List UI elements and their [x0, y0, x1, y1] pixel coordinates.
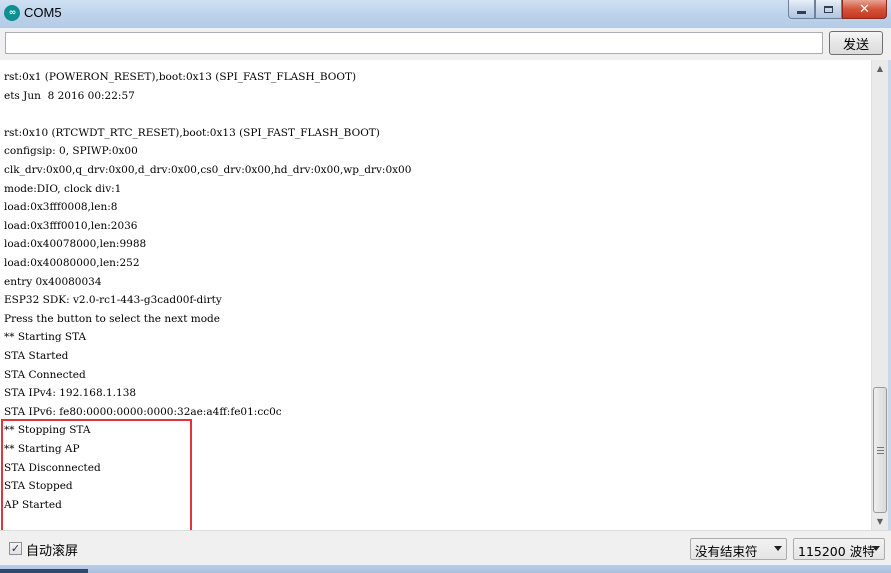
arduino-infinity-icon: ∞ — [4, 5, 20, 21]
autoscroll-label[interactable]: 自动滚屏 — [26, 540, 78, 559]
app-icon-glyph: ∞ — [8, 7, 16, 18]
window-title: COM5 — [24, 5, 62, 20]
send-button[interactable]: 发送 — [829, 31, 883, 55]
console-line: clk_drv:0x00,q_drv:0x00,d_drv:0x00,cs0_d… — [4, 164, 412, 176]
checkmark-icon: ✓ — [10, 542, 21, 555]
chevron-down-icon — [774, 546, 782, 551]
status-bar: ✓ 自动滚屏 没有结束符 115200 波特 — [0, 530, 891, 565]
console-line: STA IPv6: fe80:0000:0000:0000:32ae:a4ff:… — [4, 405, 282, 418]
autoscroll-checkbox[interactable]: ✓ — [9, 542, 22, 555]
console-line: load:0x3fff0008,len:8 — [4, 201, 118, 214]
console-line: configsip: 0, SPIWP:0x00 — [4, 145, 138, 158]
console-line: ** Stopping STA — [4, 424, 91, 437]
console-line: load:0x3fff0010,len:2036 — [4, 219, 138, 232]
close-icon: ✕ — [859, 1, 870, 17]
scrollbar-thumb[interactable] — [873, 387, 887, 513]
taskbar-edge — [0, 569, 88, 573]
line-ending-value: 没有结束符 — [695, 544, 758, 559]
title-bar[interactable]: ∞ COM5 ✕ — [0, 0, 891, 28]
console-line: ** Starting STA — [4, 331, 87, 344]
console-line: Press the button to select the next mode — [4, 312, 220, 325]
vertical-scrollbar[interactable]: ▲ ▼ — [871, 60, 888, 530]
send-input[interactable] — [5, 32, 823, 54]
console-line: entry 0x40080034 — [4, 275, 102, 288]
console-line: STA Stopped — [4, 480, 73, 493]
serial-monitor-window: ∞ COM5 ✕ 发送 rst:0x1 (POWERON_RESET),boot… — [0, 0, 891, 573]
close-button[interactable]: ✕ — [842, 0, 887, 19]
minimize-icon — [797, 10, 806, 14]
console-line: load:0x40078000,len:9988 — [4, 238, 147, 251]
console-line: rst:0x10 (RTCWDT_RTC_RESET),boot:0x13 (S… — [4, 126, 380, 139]
baud-rate-select[interactable]: 115200 波特 — [793, 538, 885, 560]
console-line: ets Jun 8 2016 00:22:57 — [4, 89, 135, 102]
window-bottom-border — [0, 565, 891, 573]
console-line: rst:0x1 (POWERON_RESET),boot:0x13 (SPI_F… — [4, 71, 357, 83]
send-toolbar: 发送 — [0, 28, 891, 60]
line-ending-select[interactable]: 没有结束符 — [690, 538, 787, 560]
minimize-button[interactable] — [788, 0, 815, 19]
maximize-icon — [824, 5, 833, 13]
console-line: STA IPv4: 192.168.1.138 — [4, 387, 137, 400]
serial-output-area[interactable]: rst:0x1 (POWERON_RESET),boot:0x13 (SPI_F… — [0, 60, 871, 530]
console-line: ** Starting AP — [4, 443, 80, 455]
console-line: AP Started — [4, 498, 62, 511]
console-line: mode:DIO, clock div:1 — [4, 182, 122, 195]
console-line: ESP32 SDK: v2.0-rc1-443-g3cad00f-dirty — [4, 294, 222, 307]
chevron-down-icon — [872, 546, 880, 551]
console-line: STA Disconnected — [4, 461, 101, 474]
scroll-down-arrow-icon[interactable]: ▼ — [872, 513, 888, 530]
maximize-button[interactable] — [815, 0, 842, 19]
console-line: STA Started — [4, 350, 69, 362]
baud-rate-value: 115200 波特 — [798, 544, 875, 559]
console-line: STA Connected — [4, 368, 86, 381]
scroll-up-arrow-icon[interactable]: ▲ — [872, 60, 888, 77]
grip-icon — [876, 446, 884, 454]
console-line: load:0x40080000,len:252 — [4, 257, 140, 269]
